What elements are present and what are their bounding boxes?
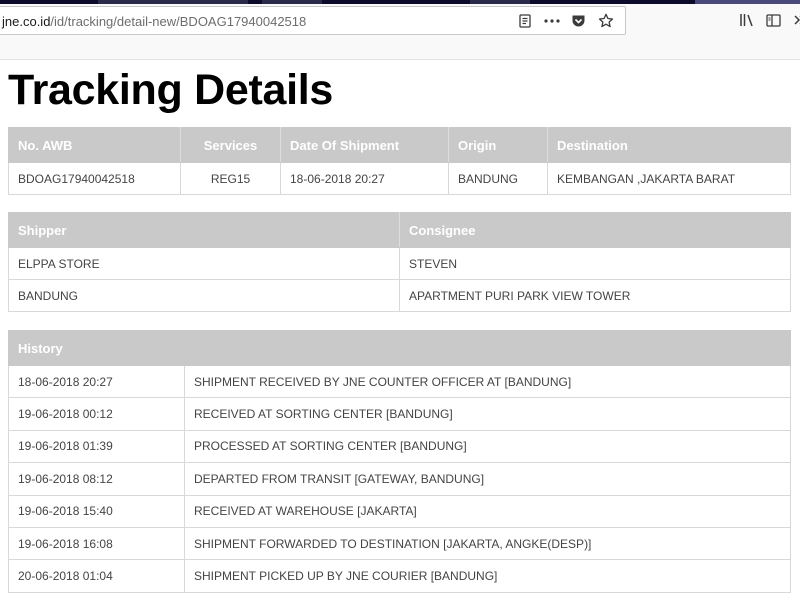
table-header-row: No. AWB Services Date Of Shipment Origin… (8, 127, 791, 163)
history-date: 19-06-2018 16:08 (8, 526, 185, 561)
address-bar[interactable]: jne.co.id/id/tracking/detail-new/BDOAG17… (0, 6, 626, 35)
shipment-date: 18-06-2018 20:27 (280, 162, 449, 195)
tab[interactable] (470, 0, 530, 4)
page-title: Tracking Details (8, 66, 334, 114)
header-awb: No. AWB (8, 127, 181, 163)
shipment-table: No. AWB Services Date Of Shipment Origin… (8, 127, 791, 195)
table-row: 18-06-2018 20:27 SHIPMENT RECEIVED BY JN… (8, 364, 792, 399)
history-status: SHIPMENT FORWARDED TO DESTINATION [JAKAR… (183, 526, 792, 561)
header-consignee: Consignee (399, 212, 791, 248)
more-actions-icon[interactable] (538, 11, 565, 31)
url-domain: jne.co.id (2, 14, 51, 29)
menu-overflow-icon[interactable] (788, 10, 800, 30)
header-destination: Destination (547, 127, 791, 163)
shipper-name: ELPPA STORE (8, 247, 400, 280)
header-services: Services (180, 127, 281, 163)
table-header-row: History (7, 330, 792, 366)
history-status: SHIPMENT PICKED UP BY JNE COURIER [BANDU… (183, 559, 792, 593)
history-date: 19-06-2018 08:12 (8, 462, 185, 496)
table-row: ELPPA STORE STEVEN (8, 247, 791, 280)
history-status: RECEIVED AT WAREHOUSE [JAKARTA] (183, 494, 792, 528)
history-status: RECEIVED AT SORTING CENTER [BANDUNG] (183, 397, 792, 431)
tab-strip (0, 0, 800, 4)
history-table: History 18-06-2018 20:27 SHIPMENT RECEIV… (7, 330, 792, 593)
history-date: 20-06-2018 01:04 (8, 559, 185, 593)
history-date: 18-06-2018 20:27 (8, 364, 185, 399)
consignee-address: APARTMENT PURI PARK VIEW TOWER (399, 279, 791, 312)
library-icon[interactable] (736, 10, 758, 30)
history-status: PROCESSED AT SORTING CENTER [BANDUNG] (183, 429, 792, 464)
pocket-icon[interactable] (565, 11, 592, 31)
history-status: DEPARTED FROM TRANSIT [GATEWAY, BANDUNG] (183, 462, 792, 496)
history-date: 19-06-2018 15:40 (8, 494, 185, 528)
header-shipper: Shipper (8, 212, 400, 248)
table-row: BDOAG17940042518 REG15 18-06-2018 20:27 … (8, 162, 791, 195)
table-row: 20-06-2018 01:04 SHIPMENT PICKED UP BY J… (8, 559, 792, 593)
tab[interactable] (98, 0, 248, 4)
parties-table: Shipper Consignee ELPPA STORE STEVEN BAN… (8, 212, 791, 312)
bookmark-star-icon[interactable] (592, 11, 619, 31)
table-row: BANDUNG APARTMENT PURI PARK VIEW TOWER (8, 279, 791, 312)
table-header-row: Shipper Consignee (8, 212, 791, 248)
browser-toolbar: jne.co.id/id/tracking/detail-new/BDOAG17… (0, 0, 800, 60)
awb-number: BDOAG17940042518 (8, 162, 181, 195)
header-date-of-shipment: Date Of Shipment (280, 127, 449, 163)
table-row: 19-06-2018 15:40 RECEIVED AT WAREHOUSE [… (8, 494, 792, 528)
destination: KEMBANGAN ,JAKARTA BARAT (547, 162, 791, 195)
table-row: 19-06-2018 01:39 PROCESSED AT SORTING CE… (8, 429, 792, 464)
sidebar-toggle-icon[interactable] (762, 10, 784, 30)
service-code: REG15 (180, 162, 281, 195)
table-row: 19-06-2018 08:12 DEPARTED FROM TRANSIT [… (8, 462, 792, 496)
reader-view-icon[interactable] (511, 11, 538, 31)
tab[interactable] (262, 0, 322, 4)
history-date: 19-06-2018 01:39 (8, 429, 185, 464)
url-path: /id/tracking/detail-new/BDOAG17940042518 (50, 14, 307, 29)
shipper-city: BANDUNG (8, 279, 400, 312)
history-date: 19-06-2018 00:12 (8, 397, 185, 431)
header-origin: Origin (448, 127, 548, 163)
header-history: History (7, 330, 792, 366)
origin: BANDUNG (448, 162, 548, 195)
history-status: SHIPMENT RECEIVED BY JNE COUNTER OFFICER… (183, 364, 792, 399)
url-text[interactable]: jne.co.id/id/tracking/detail-new/BDOAG17… (2, 14, 306, 29)
table-row: 19-06-2018 16:08 SHIPMENT FORWARDED TO D… (8, 526, 792, 561)
tab[interactable] (695, 0, 800, 4)
table-row: 19-06-2018 00:12 RECEIVED AT SORTING CEN… (8, 397, 792, 431)
consignee-name: STEVEN (399, 247, 791, 280)
